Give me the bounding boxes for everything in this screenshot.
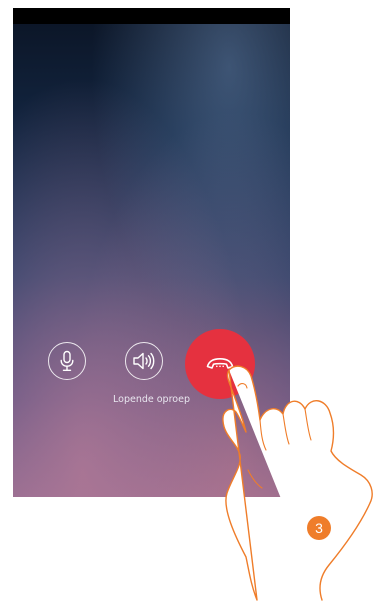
end-call-button[interactable] bbox=[185, 329, 255, 399]
intercom-screen: Lopende oproep bbox=[13, 8, 290, 497]
speaker-volume-icon bbox=[133, 352, 155, 370]
call-status-label: Lopende oproep bbox=[113, 394, 190, 405]
mute-microphone-button[interactable] bbox=[48, 342, 86, 380]
instruction-figure: Lopende oproep 3 bbox=[0, 0, 378, 601]
hang-up-phone-icon bbox=[206, 358, 234, 369]
speaker-button[interactable] bbox=[125, 342, 163, 380]
microphone-icon bbox=[60, 350, 74, 371]
step-number-badge: 3 bbox=[307, 516, 331, 540]
status-bar bbox=[13, 8, 290, 24]
